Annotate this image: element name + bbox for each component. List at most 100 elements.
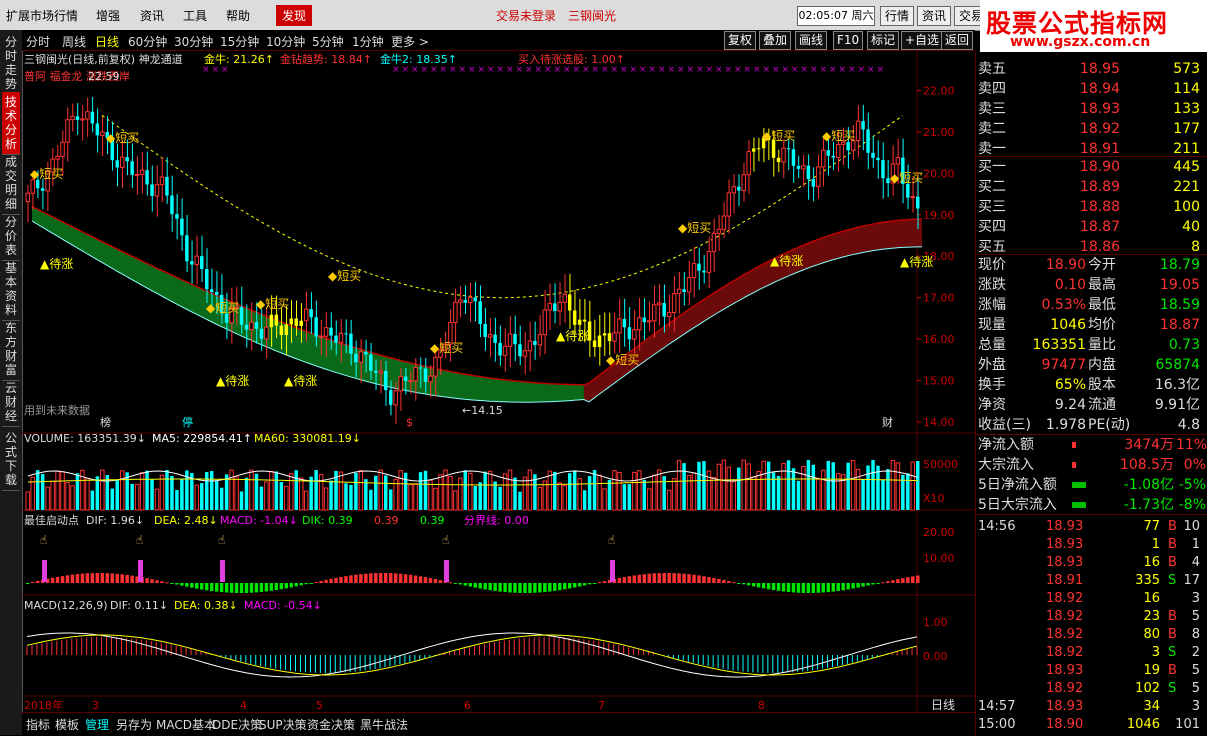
volume-bar xyxy=(205,471,209,510)
chart-tool-button-4[interactable]: 标记 xyxy=(867,31,900,50)
tick-volume: 77 xyxy=(1143,519,1160,534)
period-tab-1[interactable]: 周线 xyxy=(62,33,86,50)
signal-mark: × xyxy=(411,65,419,75)
menu-help[interactable]: 帮助 xyxy=(226,7,250,24)
event-marker[interactable]: 财 xyxy=(882,415,893,429)
volume-bar xyxy=(50,480,55,511)
bottom-tab-1[interactable]: 模板 xyxy=(55,716,79,733)
dif-bar xyxy=(314,582,318,584)
ask-row: 卖五 18.95 573 xyxy=(976,60,1207,78)
volume-bar xyxy=(637,470,642,511)
side-tab-6[interactable]: 云财经 xyxy=(2,378,20,427)
side-tab-5[interactable]: 东方财富 xyxy=(2,318,20,381)
x-axis-label: 8 xyxy=(758,699,765,712)
tick-row: 18.92 80 B 8 xyxy=(976,626,1207,644)
bottom-tab-3[interactable]: 另存为 xyxy=(116,716,152,733)
chart-area[interactable]: 22.0021.0020.0019.0018.0017.0016.0015.00… xyxy=(22,50,975,712)
volume-bar xyxy=(384,475,388,510)
bottom-tab-0[interactable]: 指标 xyxy=(26,716,50,733)
candle-body xyxy=(413,367,418,382)
start-point-hand-icon: ☝ xyxy=(218,533,225,547)
candle-body xyxy=(463,300,468,303)
bid-volume: 40 xyxy=(1182,219,1200,235)
menu-news[interactable]: 资讯 xyxy=(140,7,164,24)
side-tab-7[interactable]: 公式下载 xyxy=(2,428,20,491)
tick-price: 18.93 xyxy=(1046,555,1084,570)
flow-percent: 11% xyxy=(1176,437,1207,453)
side-tab-2[interactable]: 成交明细 xyxy=(2,152,20,215)
quote-button[interactable]: 行情 xyxy=(880,6,915,26)
candle-body xyxy=(364,351,368,355)
candle-body xyxy=(806,165,811,180)
menu-discover[interactable]: 发现 xyxy=(276,5,313,26)
event-marker[interactable]: 榜 xyxy=(100,415,111,429)
bottom-tab-2[interactable]: 管理 xyxy=(85,716,109,733)
period-tab-5[interactable]: 15分钟 xyxy=(220,33,259,50)
chart-tool-button-3[interactable]: F10 xyxy=(833,31,864,50)
candle-body xyxy=(423,368,428,382)
tick-count: 3 xyxy=(1191,591,1200,606)
dif-bar xyxy=(746,583,751,586)
stat-value: 97477 xyxy=(1041,357,1086,373)
menu-extended-market[interactable]: 扩展市场行情 xyxy=(6,7,78,24)
news-button[interactable]: 资讯 xyxy=(917,6,952,26)
period-tab-8[interactable]: 1分钟 xyxy=(352,33,384,50)
wait-rise-signal: ▲待涨 xyxy=(900,254,933,269)
tick-count: 101 xyxy=(1175,717,1200,732)
dif-bar xyxy=(60,576,65,583)
chart-tool-button-0[interactable]: 复权 xyxy=(724,31,757,50)
menu-tools[interactable]: 工具 xyxy=(183,7,207,24)
dif-bar xyxy=(756,583,761,588)
tick-volume: 3 xyxy=(1151,645,1160,660)
candle-body xyxy=(344,333,348,335)
side-tab-3[interactable]: 分价表 xyxy=(2,212,20,261)
bottom-tab-6[interactable]: SUP决策 xyxy=(259,716,307,733)
period-tab-9[interactable]: 更多 > xyxy=(391,33,429,50)
volume-legend-item: MA60: 330081.19↓ xyxy=(254,432,361,445)
stat-label: 总量 xyxy=(978,337,1006,353)
side-tab-0[interactable]: 分时走势 xyxy=(2,32,20,95)
signal-mark: × xyxy=(858,65,866,75)
menu-enhance[interactable]: 增强 xyxy=(96,7,120,24)
short-buy-signal: ◆短买 xyxy=(328,269,361,283)
side-tab-1[interactable]: 技术分析 xyxy=(2,92,20,155)
period-tab-2[interactable]: 日线 xyxy=(95,33,119,50)
volume-bar xyxy=(170,475,174,510)
bottom-tab-8[interactable]: 黑牛战法 xyxy=(360,716,408,733)
volume-bar xyxy=(65,482,70,511)
candle-body xyxy=(691,263,697,279)
event-marker[interactable]: 停 xyxy=(182,415,193,429)
tick-side: S xyxy=(1168,573,1177,588)
chart-tool-button-5[interactable]: +自选 xyxy=(901,31,944,50)
dif-bar xyxy=(881,582,885,584)
side-tab-4[interactable]: 基本资料 xyxy=(2,258,20,321)
dif-bar xyxy=(652,573,656,583)
bid-price: 18.88 xyxy=(1079,199,1120,215)
candle-body xyxy=(269,314,274,328)
bottom-tab-7[interactable]: 资金决策 xyxy=(307,716,355,733)
candle-body xyxy=(592,340,597,348)
bottom-tab-4[interactable]: MACD基本 xyxy=(156,716,216,733)
bottom-tab-5[interactable]: DDE决策 xyxy=(212,716,262,733)
dif-bar xyxy=(637,574,642,583)
tick-row: 18.93 19 B 5 xyxy=(976,662,1207,680)
candle-body xyxy=(627,327,632,340)
candle-body xyxy=(329,327,333,336)
period-tab-6[interactable]: 10分钟 xyxy=(266,33,305,50)
dif-bar xyxy=(831,583,835,592)
chart-tool-button-2[interactable]: 画线 xyxy=(795,31,828,50)
candle-body xyxy=(338,332,344,344)
event-marker[interactable]: $ xyxy=(406,416,413,429)
period-tab-0[interactable]: 分时 xyxy=(26,33,50,50)
candle-body xyxy=(25,192,30,203)
dif-bar xyxy=(791,583,796,593)
period-tab-4[interactable]: 30分钟 xyxy=(174,33,213,50)
chart-tool-button-1[interactable]: 叠加 xyxy=(759,31,792,50)
candle-body xyxy=(518,344,522,357)
tick-volume: 80 xyxy=(1143,627,1160,642)
candle-body xyxy=(299,320,303,327)
chart-tool-button-6[interactable]: 返回 xyxy=(941,31,974,50)
signal-mark: × xyxy=(212,65,220,75)
period-tab-7[interactable]: 5分钟 xyxy=(312,33,344,50)
period-tab-3[interactable]: 60分钟 xyxy=(128,33,167,50)
